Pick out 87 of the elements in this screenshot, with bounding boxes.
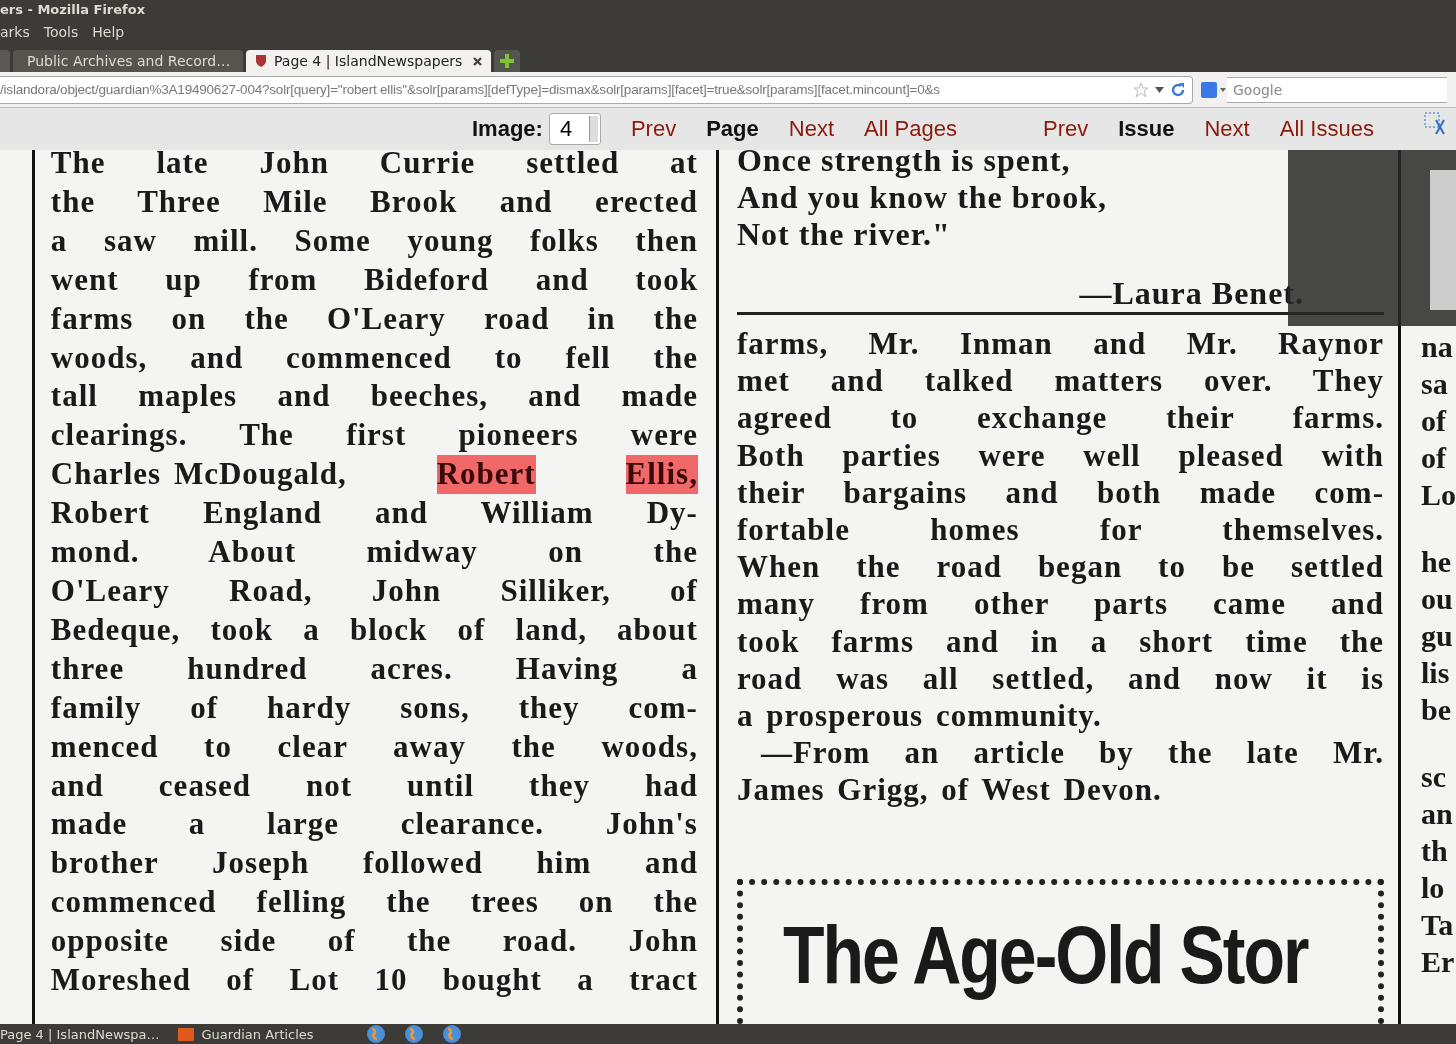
text-fragment: lis (1421, 655, 1451, 691)
search-field[interactable]: Google (1227, 76, 1447, 103)
nav-heading: Issue (1118, 116, 1175, 142)
text-line: made a large clearance. John's (50, 805, 698, 844)
text-fragment: an (1421, 796, 1454, 832)
text-line: farms, Mr. Inman and Mr. Raynor (736, 325, 1384, 363)
nav-link[interactable]: Prev (1042, 116, 1089, 142)
source-line: James Grigg, of West Devon. (736, 771, 1163, 809)
shield-icon (254, 54, 268, 68)
new-tab-button[interactable] (494, 50, 520, 72)
text-line: menced to clear away the woods, (50, 727, 698, 766)
text-line: a prosperous community. (736, 697, 1103, 735)
text-fragment: gu (1421, 618, 1454, 654)
text-line: O'Leary Road, John Silliker, of (50, 571, 698, 610)
nav-link[interactable]: All Issues (1279, 116, 1374, 142)
text-fragment: ou (1421, 581, 1454, 617)
text-fragment: he (1421, 544, 1452, 580)
close-icon[interactable] (472, 55, 483, 67)
dropdown-arrow-icon[interactable] (1155, 86, 1164, 93)
globe-icon[interactable] (403, 1024, 424, 1044)
text-line: farms on the O'Leary road in the (50, 299, 698, 338)
text-line: many from other parts came and (736, 585, 1384, 623)
text-line: Bedeque, took a block of land, about (50, 610, 698, 649)
text-line: met and talked matters over. They (736, 362, 1384, 400)
nav-link[interactable]: Prev (630, 116, 677, 142)
text-fragment: Ta (1421, 907, 1455, 943)
text-fragment: sa (1421, 366, 1449, 402)
crop-selection-icon[interactable] (1424, 112, 1448, 136)
text-line: Moreshed of Lot 10 bought a tract (50, 961, 698, 1000)
text-line: and ceased not until they had (50, 766, 698, 805)
text-line: woods, and commenced to fell the (50, 338, 698, 377)
text-line: agreed to exchange their farms. (736, 399, 1384, 437)
address-field[interactable]: /islandora/object/guardian%3A19490627-004?solr[query]="robert ellis"&solr[params][defType]=dismax&solr[params][facet]=true&solr[params][facet.mincount]=0&s (0, 75, 1193, 104)
text-line: clearings. The first pioneers were (50, 416, 698, 455)
window-title: ers - Mozilla Firefox (0, 2, 146, 18)
text-line: family of hardy sons, they com- (50, 688, 698, 727)
image-number-spinner[interactable]: 4 (548, 113, 601, 145)
taskbar-item[interactable]: Guardian Articles (177, 1026, 348, 1042)
text-line: mond. About midway on the (50, 533, 698, 572)
text-line: took farms and in a short time the (736, 622, 1384, 660)
reload-icon[interactable] (1170, 81, 1186, 98)
menu-item[interactable]: Help (92, 24, 129, 40)
text-line: Robert England and William Dy- (50, 494, 698, 533)
globe-icon[interactable] (441, 1024, 462, 1044)
nav-link[interactable]: All Pages (864, 116, 957, 142)
poem-line: Not the river." (736, 216, 952, 253)
nav-heading: Page (706, 116, 759, 142)
text-line: fortable homes for themselves. (736, 511, 1384, 549)
text-line: went up from Bideford and took (50, 260, 698, 299)
text-line: When the road began to be settled (736, 548, 1384, 586)
text-fragment: of (1421, 440, 1448, 476)
source-line: —From an article by the late Mr. (759, 734, 1384, 772)
text-line: brother Joseph followed him and (50, 844, 698, 883)
folder-icon (177, 1027, 194, 1041)
text-line: three hundred acres. Having a (50, 649, 698, 688)
text-fragment: Lo (1421, 477, 1456, 513)
search-engine-icon[interactable] (1201, 81, 1227, 98)
text-fragment: of (1421, 403, 1448, 439)
browser-tab[interactable]: Page 4 | IslandNewspapers (246, 50, 491, 72)
text-fragment: th (1421, 833, 1449, 869)
text-line: opposite side of the road. John (50, 922, 698, 961)
menu-item[interactable]: Tools (43, 24, 83, 40)
text-fragment: na (1421, 329, 1454, 365)
text-line: road was all settled, and now it is (736, 659, 1384, 698)
text-line: tall maples and beeches, and made (50, 377, 698, 416)
globe-icon[interactable] (365, 1024, 386, 1044)
star-icon[interactable] (1133, 81, 1149, 98)
plus-icon (499, 53, 515, 69)
text-line: The late John Currie settled at (50, 150, 698, 182)
text-fragment: sc (1421, 759, 1447, 795)
nav-link[interactable]: Next (1204, 116, 1250, 142)
browser-tab[interactable]: Public Archives and Record… (13, 50, 243, 72)
text-line: the Three Mile Brook and erected (50, 182, 698, 221)
text-fragment: lo (1421, 870, 1446, 906)
nav-link[interactable]: Next (788, 116, 834, 142)
text-fragment: Er (1421, 944, 1456, 980)
text-line: their bargains and both made com- (736, 473, 1384, 511)
menu-item[interactable]: arks (0, 24, 34, 40)
text-line: Charles McDougald, Robert Ellis, (50, 455, 698, 495)
text-line: commenced felling the trees on the (50, 883, 698, 922)
ad-headline: The Age-Old Stor (782, 907, 1308, 1002)
taskbar-item[interactable]: Page 4 | IslandNewspa… (0, 1026, 160, 1042)
poem-line: And you know the brook, (736, 179, 1108, 216)
text-line: a saw mill. Some young folks then (50, 221, 698, 260)
text-fragment: be (1421, 692, 1452, 728)
image-label: Image: (472, 116, 543, 142)
text-line: Both parties were well pleased with (736, 436, 1384, 474)
